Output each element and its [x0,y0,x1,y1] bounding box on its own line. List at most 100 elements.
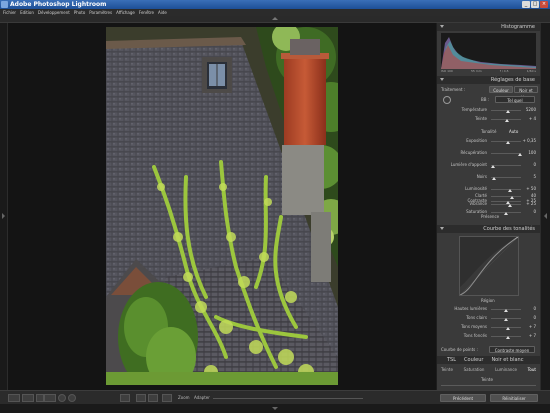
filmstrip-toggle[interactable] [0,404,550,413]
basic-panel-header[interactable]: Réglages de base [437,76,540,84]
previous-icon[interactable] [136,394,146,402]
next-icon[interactable] [148,394,158,402]
spot-removal-button[interactable] [58,394,66,402]
slider-value[interactable]: + 50 [522,186,536,191]
minimize-button[interactable]: _ [522,1,530,8]
menu-view[interactable]: Affichage [116,9,135,16]
photo-rooftop-ivy [106,27,338,385]
treatment-color-button[interactable]: Couleur [489,86,513,93]
region-label: Région [481,298,495,303]
slider-track[interactable] [491,165,521,166]
reset-button[interactable]: Réinitialiser [490,394,538,402]
menu-edit[interactable]: Edition [20,9,34,16]
slider-thumb[interactable] [507,189,512,192]
slider-value[interactable]: 0 [522,315,536,320]
slider-value[interactable]: + 25 [522,201,536,206]
zoom-slider[interactable] [213,398,363,399]
slider-value[interactable]: + 7 [522,324,536,329]
slider-track[interactable] [491,189,521,190]
tone-curve-graph[interactable] [459,236,519,296]
slider-track[interactable] [491,196,521,197]
treatment-bw-button[interactable]: Noir et blanc [514,86,538,100]
slider-thumb[interactable] [504,309,508,312]
slider-value[interactable]: 5200 [522,107,536,112]
point-curve-select[interactable]: Contraste moyen [489,346,535,353]
subtab-luminance[interactable]: Luminance [495,367,517,374]
slider-thumb[interactable] [510,196,514,199]
slider-label: Hautes lumières [454,306,487,311]
wb-label: BB : [481,97,490,102]
slider-thumb[interactable] [505,336,510,339]
slider-thumb[interactable] [504,119,509,122]
hsl-group-label: Teinte [481,377,493,382]
slider-value[interactable]: 40 [522,193,536,198]
menu-develop[interactable]: Développement [38,9,70,16]
right-panel-toggle[interactable] [540,23,550,390]
slider-value[interactable]: 100 [522,150,536,155]
histogram-panel-header[interactable]: Histogramme [437,23,540,31]
wb-select[interactable]: Tel quel [495,96,535,103]
subtab-saturation[interactable]: Saturation [464,367,485,374]
aperture-readout: f / 4,5 [499,69,509,73]
slider-thumb[interactable] [506,141,511,144]
auto-tone-button[interactable]: Auto [509,129,518,134]
menu-file[interactable]: Fichier [3,9,16,16]
loupe-view-button[interactable] [8,394,20,402]
photo-preview [106,27,338,385]
tab-color[interactable]: Couleur [464,356,483,364]
top-panel-toggle[interactable] [0,16,550,23]
zoom-label: Zoom [178,395,190,400]
slider-label: Température [461,107,487,112]
slider-thumb[interactable] [490,165,495,168]
hsl-panel-header[interactable]: TSL Couleur Noir et blanc [437,356,540,364]
histogram-curve [441,37,536,69]
menu-photo[interactable]: Photo [74,9,85,16]
slider-thumb[interactable] [505,327,510,330]
tonecurve-panel-header[interactable]: Courbe des tonalités [437,225,540,233]
tab-grayscale[interactable]: Noir et blanc [491,356,523,364]
slider-thumb[interactable] [492,177,496,180]
subtab-all[interactable]: Tout [528,367,536,374]
histogram-readouts: ISO 100 55 mm f / 4,5 1/60 s [441,69,536,74]
bottom-toolbar: Zoom Adapter Précédent Réinitialiser [0,390,550,405]
slider-value[interactable]: + 0,35 [522,138,536,143]
eyedropper-icon[interactable] [443,96,451,104]
hsl-hue-slider[interactable] [441,385,536,386]
point-curve-label: Courbe de points : [441,347,478,352]
menu-window[interactable]: Fenêtre [139,9,154,16]
slider-thumb[interactable] [505,110,510,113]
close-button[interactable]: × [540,1,548,8]
before-after-button[interactable] [22,394,34,402]
treatment-label: Traitement : [441,87,466,92]
crop-tool-button[interactable] [44,394,56,402]
slider-thumb[interactable] [507,204,512,207]
tab-hsl[interactable]: TSL [447,356,456,364]
slider-label: Tons moyens [461,324,487,329]
subtab-hue[interactable]: Teinte [441,367,453,374]
fit-label: Adapter [194,395,210,400]
left-panel-toggle[interactable] [0,23,8,390]
slider-value[interactable]: + 7 [522,333,536,338]
previous-settings-button[interactable]: Précédent [440,394,486,402]
slider-value[interactable]: 5 [522,174,536,179]
slider-label: Récupération [460,150,487,155]
slider-value[interactable]: 0 [522,162,536,167]
menu-help[interactable]: Aide [158,9,167,16]
slider-value[interactable]: 0 [522,306,536,311]
redeye-button[interactable] [68,394,76,402]
hsl-sub-tabs: Teinte Saturation Luminance Tout [441,367,536,374]
view-options-button[interactable] [36,394,44,402]
slider-label: Luminosité [465,186,487,191]
maximize-button[interactable]: □ [531,1,539,8]
expand-left-icon [544,213,547,219]
flag-icon[interactable] [120,394,130,402]
slider-track[interactable] [491,204,521,205]
slider-thumb[interactable] [504,212,508,215]
menu-settings[interactable]: Paramètres [89,9,112,16]
slider-value[interactable]: 0 [522,209,536,214]
slider-track[interactable] [491,153,521,154]
slider-value[interactable]: + 4 [522,116,536,121]
slider-thumb[interactable] [504,318,508,321]
tone-label: Tonalité [481,129,497,134]
play-icon[interactable] [162,394,172,402]
